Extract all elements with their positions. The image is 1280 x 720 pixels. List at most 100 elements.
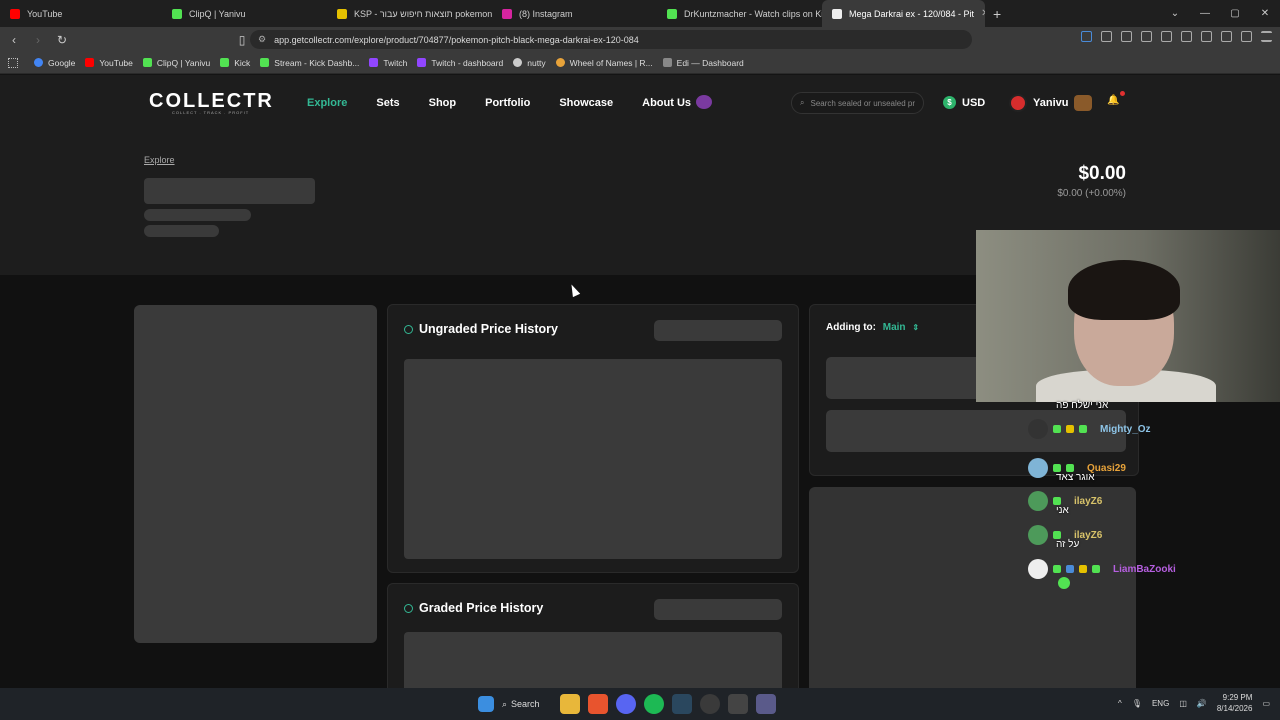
nav-about-us[interactable]: About Us <box>642 97 691 109</box>
nav-sets[interactable]: Sets <box>376 97 399 109</box>
tab-ksp[interactable]: KSP - תוצאות חיפוש עבור pokemon <box>327 0 492 27</box>
back-button[interactable]: ‹ <box>4 33 24 47</box>
product-search-input[interactable]: ⌕ Search sealed or unsealed pr <box>791 92 924 114</box>
tab-instagram[interactable]: (8) Instagram <box>492 0 657 27</box>
bookmark-google[interactable]: Google <box>34 58 75 68</box>
wheel-icon <box>555 58 565 67</box>
user-menu[interactable]: Yanivu <box>1009 94 1093 112</box>
tab-youtube[interactable]: YouTube <box>0 0 162 27</box>
bookmark-label: Twitch - dashboard <box>431 57 504 68</box>
maximize-button[interactable]: ▢ <box>1220 8 1250 19</box>
minimize-button[interactable]: — <box>1190 8 1220 19</box>
avatar <box>1009 94 1027 112</box>
currency-coin-icon: $ <box>943 96 956 109</box>
extension-icon[interactable] <box>1121 31 1132 42</box>
menu-icon[interactable] <box>1261 31 1272 42</box>
breadcrumb-explore[interactable]: Explore <box>144 155 175 165</box>
youtube-icon <box>85 58 95 67</box>
nav-showcase[interactable]: Showcase <box>559 97 613 109</box>
clock-date: 8/14/2026 <box>1216 704 1253 713</box>
portfolio-selector[interactable]: Main <box>883 322 906 333</box>
shield-icon[interactable] <box>1241 31 1252 42</box>
taskbar-search[interactable]: ⌕ Search <box>502 699 552 710</box>
new-tab-button[interactable]: + <box>993 6 1001 22</box>
tab-list-chevron-icon[interactable]: ⌄ <box>1160 8 1190 19</box>
tab-clipq[interactable]: ClipQ | Yanivu <box>162 0 327 27</box>
bookmark-label: Edi — Dashboard <box>676 57 744 68</box>
brave-browser-icon[interactable] <box>588 694 608 714</box>
mascot-icon[interactable] <box>696 95 712 109</box>
nav-explore[interactable]: Explore <box>307 97 347 109</box>
wallet-icon[interactable] <box>1201 31 1212 42</box>
bookmark-wheel-of-names[interactable]: Wheel of Names | R... <box>555 58 653 68</box>
bookmark-label: ClipQ | Yanivu <box>156 57 211 68</box>
site-info-icon[interactable]: ⚙ <box>258 34 266 45</box>
forward-button[interactable]: › <box>28 33 48 47</box>
kick-icon <box>667 8 677 19</box>
kick-badge-icon <box>1053 464 1061 472</box>
chat-avatar <box>1028 559 1048 579</box>
close-window-button[interactable]: ✕ <box>1250 8 1280 19</box>
ungraded-chart-skeleton <box>404 359 782 559</box>
network-icon[interactable]: ◫ <box>1179 699 1187 708</box>
notification-dot <box>1120 91 1125 96</box>
chat-username: ilayZ6 <box>1074 495 1103 507</box>
bookmark-twitch-dashboard[interactable]: Twitch - dashboard <box>417 58 503 68</box>
chat-row: Mighty_Oz <box>1028 419 1151 439</box>
close-tab-icon[interactable]: ✕ <box>981 8 985 19</box>
bookmarks-bar: Google YouTube ClipQ | Yanivu Kick Strea… <box>0 52 1280 74</box>
nav-portfolio[interactable]: Portfolio <box>485 97 530 109</box>
address-bar[interactable]: ⚙ app.getcollectr.com/explore/product/70… <box>250 30 972 49</box>
currency-selector[interactable]: $ USD <box>943 96 985 109</box>
sidebar-icon[interactable] <box>1181 31 1192 42</box>
bookmark-youtube[interactable]: YouTube <box>85 58 133 68</box>
chat-avatar <box>1028 491 1048 511</box>
windows-start-icon[interactable] <box>478 696 494 712</box>
discord-icon[interactable] <box>616 694 636 714</box>
microphone-icon[interactable]: 🎙 <box>1132 699 1142 708</box>
chat-username: Mighty_Oz <box>1100 423 1151 435</box>
extension-icon[interactable] <box>1101 31 1112 42</box>
bookmark-kick[interactable]: Kick <box>220 58 250 68</box>
bookmark-icon[interactable]: ▯ <box>232 33 252 47</box>
language-indicator[interactable]: ENG <box>1152 699 1169 708</box>
range-selector-skeleton <box>654 320 782 341</box>
bookmark-label: nutty <box>527 57 546 68</box>
selector-chevron-icon[interactable]: ⇕ <box>912 323 919 332</box>
subtitle-skeleton <box>144 209 251 221</box>
bookmark-edi-dashboard[interactable]: Edi — Dashboard <box>662 57 744 68</box>
market-price: $0.00 <box>1078 163 1126 184</box>
clock[interactable]: 9:29 PM 8/14/2026 <box>1217 692 1253 714</box>
extension-icon[interactable] <box>1081 31 1092 42</box>
product-image-skeleton <box>134 305 377 643</box>
nav-shop[interactable]: Shop <box>429 97 457 109</box>
notifications-icon[interactable]: ▭ <box>1262 699 1270 708</box>
adding-to-label: Adding to: <box>826 322 876 333</box>
ungraded-title-text: Ungraded Price History <box>419 322 558 336</box>
extension-icon[interactable] <box>1161 31 1172 42</box>
kick-badge-icon <box>1053 425 1061 433</box>
puzzle-icon[interactable] <box>1141 31 1152 42</box>
tab-kick-clips[interactable]: DrKuntzmacher - Watch clips on Kick <box>657 0 822 27</box>
notification-bell-icon[interactable]: 🔔 <box>1107 95 1119 107</box>
reload-button[interactable]: ↻ <box>52 33 72 47</box>
spotify-icon[interactable] <box>644 694 664 714</box>
apps-grid-icon[interactable] <box>8 57 18 68</box>
bookmark-clipq[interactable]: ClipQ | Yanivu <box>142 57 211 68</box>
collectr-favicon <box>832 8 842 19</box>
app-icon[interactable] <box>756 694 776 714</box>
edi-icon <box>662 58 672 67</box>
volume-icon[interactable]: 🔊 <box>1197 699 1207 708</box>
bookmark-twitch[interactable]: Twitch <box>369 58 407 68</box>
steam-icon[interactable] <box>672 694 692 714</box>
bookmark-nutty[interactable]: nutty <box>513 57 546 68</box>
bookmark-kick-dashboard[interactable]: Stream - Kick Dashb... <box>260 58 359 68</box>
tab-collectr-active[interactable]: Mega Darkrai ex - 120/084 - Pit ✕ <box>822 0 985 27</box>
app-icon[interactable] <box>728 694 748 714</box>
browser-tab-bar: YouTube ClipQ | Yanivu KSP - תוצאות חיפו… <box>0 0 1280 27</box>
sparkle-icon[interactable] <box>1221 31 1232 42</box>
obs-icon[interactable] <box>700 694 720 714</box>
tab-label: ClipQ | Yanivu <box>189 8 246 19</box>
tray-chevron-icon[interactable]: ^ <box>1118 699 1122 708</box>
file-explorer-icon[interactable] <box>560 694 580 714</box>
